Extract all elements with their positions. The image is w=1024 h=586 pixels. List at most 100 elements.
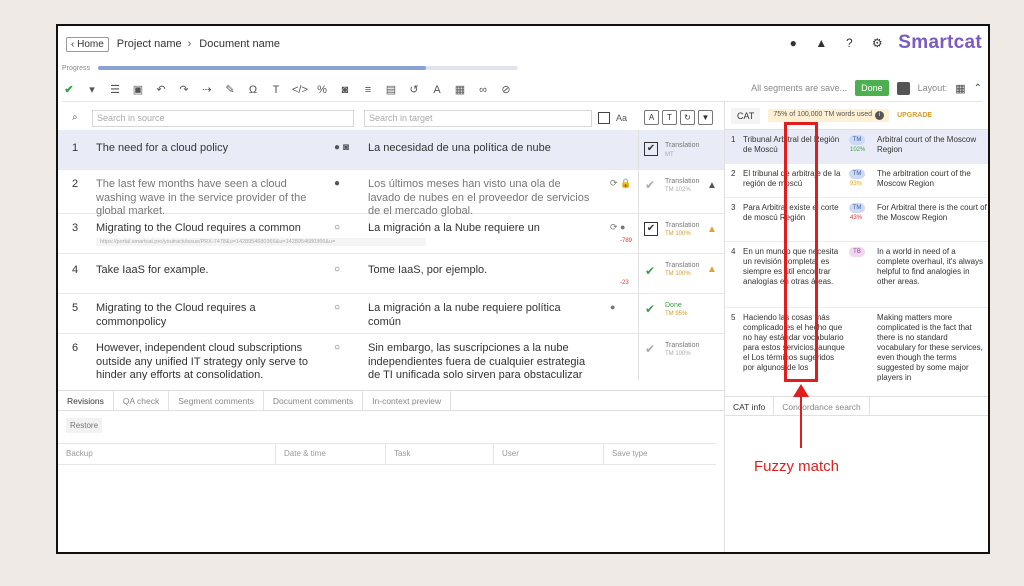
lock-icon: ⟳ 🔒 (610, 178, 632, 188)
text-filter-icon[interactable]: T (662, 110, 677, 125)
progress-fill (98, 66, 426, 70)
segment-target[interactable]: La migración a la Nube requiere un (368, 222, 596, 236)
match-case-checkbox[interactable] (598, 112, 610, 124)
column-task[interactable]: Task (386, 444, 494, 464)
annotation-label: Fuzzy match (754, 458, 840, 475)
done-button[interactable]: Done (855, 80, 889, 96)
home-button[interactable]: ‹ Home (66, 36, 109, 52)
progress-row: Progress (62, 62, 518, 74)
column-user[interactable]: User (494, 444, 604, 464)
warning-icon[interactable]: ▲ (707, 180, 717, 191)
comment-icon[interactable]: ○ (334, 222, 340, 233)
segment-target[interactable]: Tome IaaS, por ejemplo. (368, 264, 596, 278)
warning-icon[interactable]: ▲ (707, 224, 717, 235)
segment-row[interactable]: 1 The need for a cloud policy ● ◙ La nec… (58, 130, 724, 170)
code-icon[interactable]: </> (292, 84, 308, 96)
status-sub: TM 100% (665, 351, 691, 357)
refresh-icon[interactable]: ↻ (680, 110, 695, 125)
segment-status: ✔ Translation TM 100% ▲ (638, 254, 724, 293)
lines-icon[interactable]: ≡ (361, 84, 375, 96)
glossary-icon[interactable]: ▦ (453, 83, 467, 96)
filter-icon[interactable]: ▼ (698, 110, 713, 125)
segment-source: Take IaaS for example. (96, 264, 209, 276)
history-icon[interactable]: ↺ (407, 83, 421, 96)
cat-match-row[interactable]: 4 En un mundo que necesita un revisión c… (725, 242, 988, 308)
comment-icon[interactable]: ○ (334, 302, 340, 313)
undo-icon[interactable]: ↶ (154, 83, 168, 96)
layout-grid-icon[interactable]: ▦ (955, 82, 965, 95)
confirm-check-icon[interactable]: ✔ (645, 342, 655, 356)
warning-icon[interactable]: ▲ (707, 264, 717, 275)
tab-document-comments[interactable]: Document comments (264, 391, 364, 410)
segment-row[interactable]: 6 However, independent cloud subscriptio… (58, 334, 724, 380)
segment-target[interactable]: La necesidad de una política de nube (368, 142, 596, 156)
tab-revisions[interactable]: Revisions (58, 391, 114, 410)
spell-icon[interactable]: A (430, 84, 444, 96)
brand-logo[interactable]: Smartcat (898, 32, 982, 54)
confirm-checkbox[interactable]: ✔ (644, 142, 658, 156)
doc-icon[interactable]: ▤ (384, 83, 398, 96)
tab-qa-check[interactable]: QA check (114, 391, 170, 410)
cat-match-row[interactable]: 3 Para Arbitral existe el corte de moscú… (725, 198, 988, 242)
segment-target[interactable]: La migración a la nube requiere política… (368, 302, 596, 329)
text-size-icon[interactable]: T (269, 84, 283, 96)
tab-cat-info[interactable]: CAT info (725, 397, 775, 415)
save-icon[interactable] (896, 81, 910, 95)
collapse-icon[interactable]: ⌃ (974, 83, 982, 94)
preview-icon[interactable]: ▣ (131, 83, 145, 96)
cat-match-row[interactable]: 5 Haciendo las cosas más complicado es e… (725, 308, 988, 386)
confirm-check-icon[interactable]: ✔ (645, 302, 655, 316)
segment-row[interactable]: 5 Migrating to the Cloud requires a comm… (58, 294, 724, 334)
comment-camera-icon[interactable]: ● ◙ (334, 142, 349, 153)
confirm-check-icon[interactable]: ✔ (62, 83, 76, 96)
char-delta: -789 (620, 238, 633, 244)
upgrade-link[interactable]: UPGRADE (897, 112, 932, 119)
help-icon[interactable]: ? (842, 36, 856, 50)
arrow-icon[interactable]: ⇢ (200, 83, 214, 96)
percent-icon[interactable]: % (315, 84, 329, 96)
match-percent: 102% (850, 147, 866, 153)
search-target-input[interactable]: Search in target (364, 110, 592, 127)
comment-icon[interactable]: ● (334, 178, 340, 189)
confirm-check-icon[interactable]: ✔ (645, 264, 655, 278)
omega-icon[interactable]: Ω (246, 84, 260, 96)
cat-match-row[interactable]: 2 El tribunal de arbitraje de la región … (725, 164, 988, 198)
tab-concordance-search[interactable]: Concordance search (774, 397, 870, 415)
camera-icon[interactable]: ◙ (338, 84, 352, 96)
segment-row[interactable]: 2 The last few months have seen a cloud … (58, 170, 724, 217)
cat-match-row[interactable]: 1 Tribunal Arbitral del Región de Moscú … (725, 130, 988, 164)
bell-icon[interactable]: ▲ (814, 36, 828, 50)
unlink-icon[interactable]: ⊘ (499, 83, 513, 96)
link-icon[interactable]: ∞ (476, 84, 490, 96)
search-source-input[interactable]: Search in source (92, 110, 354, 127)
chat-icon[interactable]: ● (786, 36, 800, 50)
redo-icon[interactable]: ↷ (177, 83, 191, 96)
comment-icon[interactable]: ○ (334, 264, 340, 275)
confirm-checkbox[interactable]: ✔ (644, 222, 658, 236)
segment-row[interactable]: 4 Take IaaS for example. ○ Tome IaaS, po… (58, 254, 724, 294)
segment-target[interactable]: Sin embargo, las suscripciones a la nube… (368, 342, 596, 380)
segment-source: However, independent cloud subscriptions… (96, 342, 308, 380)
tab-in-context-preview[interactable]: In-context preview (363, 391, 452, 410)
editor-toolbar: ✔ ▾ ☰ ▣ ↶ ↷ ⇢ ✎ Ω T </> % ◙ ≡ ▤ ↺ A ▦ ∞ … (62, 78, 982, 102)
tab-segment-comments[interactable]: Segment comments (169, 391, 264, 410)
segment-row[interactable]: 3 Migrating to the Cloud requires a comm… (58, 214, 724, 254)
case-filter-icon[interactable]: A (644, 110, 659, 125)
info-icon[interactable]: i (875, 111, 885, 120)
users-icon: ⟳ ● (610, 222, 626, 232)
confirm-check-icon[interactable]: ✔ (645, 178, 655, 192)
brush-icon[interactable]: ✎ (223, 83, 237, 96)
gear-icon[interactable]: ⚙ (870, 36, 884, 50)
caret-down-icon[interactable]: ▾ (85, 83, 99, 96)
segment-url[interactable]: https://portal.smartcat.pro/youtrack/iss… (96, 238, 426, 246)
segment-target[interactable]: Los últimos meses han visto una ola de l… (368, 178, 596, 219)
restore-button[interactable]: Restore (66, 418, 103, 433)
list-icon[interactable]: ☰ (108, 83, 122, 96)
column-date-time[interactable]: Date & time (276, 444, 386, 464)
column-backup[interactable]: Backup (58, 444, 276, 464)
column-save-type[interactable]: Save type (604, 444, 714, 464)
comment-icon[interactable]: ○ (334, 342, 340, 353)
status-label: Translation (665, 222, 700, 229)
tab-cat[interactable]: CAT (731, 107, 761, 124)
breadcrumb-project[interactable]: Project name (117, 38, 182, 50)
